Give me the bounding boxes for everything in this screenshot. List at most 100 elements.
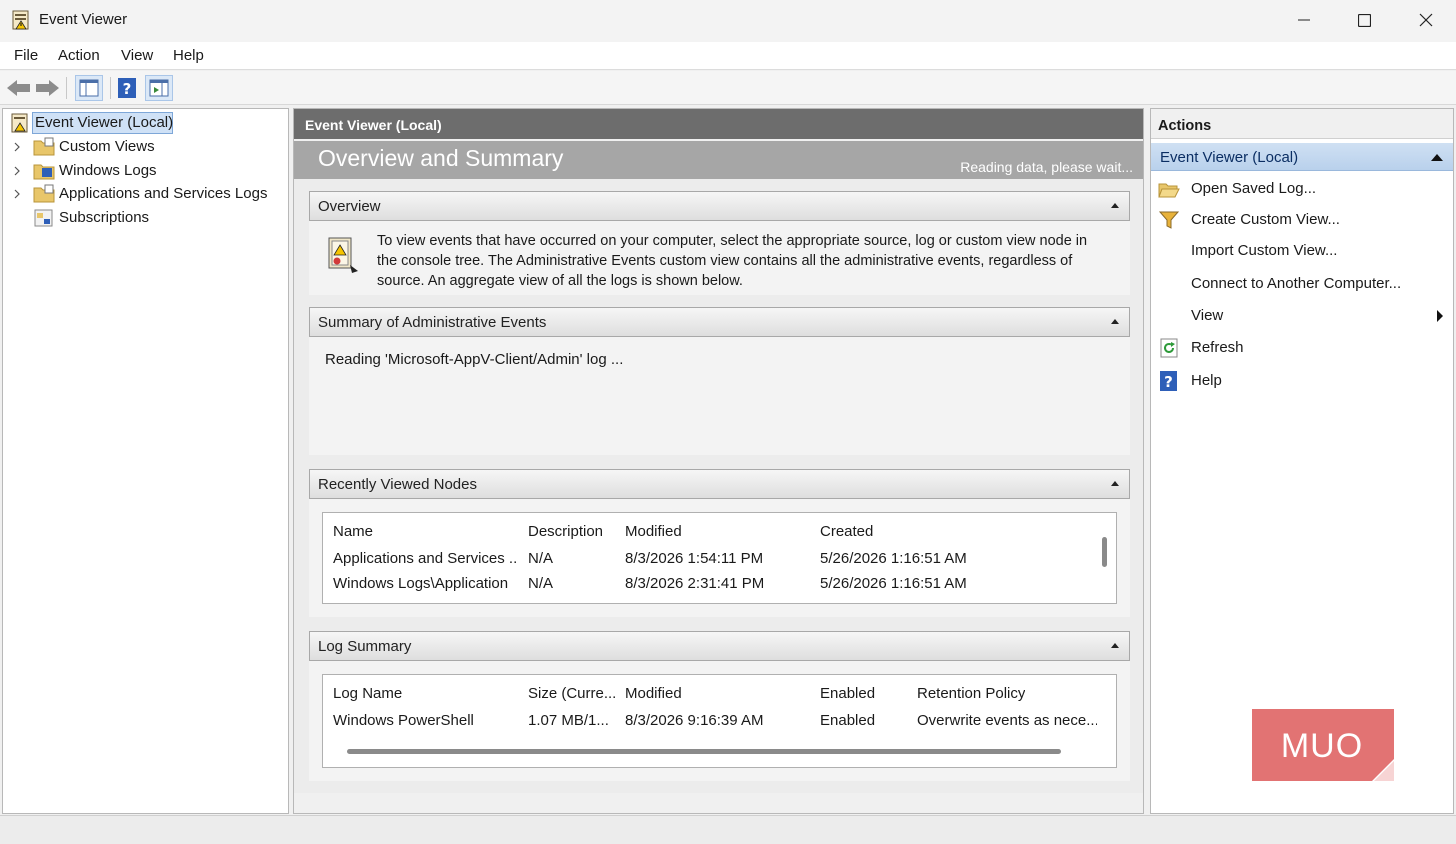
action-refresh[interactable]: Refresh xyxy=(1151,333,1453,363)
cell-modified: 8/3/2026 9:16:39 AM xyxy=(625,712,764,729)
log-summary-section-body: Log Name Size (Curre... Modified Enabled… xyxy=(309,661,1130,781)
log-summary-section-header[interactable]: Log Summary xyxy=(309,631,1130,661)
action-import-custom-view[interactable]: Import Custom View... xyxy=(1151,236,1453,266)
menu-file[interactable]: File xyxy=(14,47,38,64)
maximize-icon xyxy=(1357,13,1371,27)
event-viewer-app-icon xyxy=(12,10,29,30)
column-header-retention-policy[interactable]: Retention Policy xyxy=(917,685,1025,702)
maximize-button[interactable] xyxy=(1334,0,1394,40)
cell-enabled: Enabled xyxy=(820,712,876,729)
horizontal-scrollbar[interactable] xyxy=(347,749,1061,754)
collapse-arrow-icon[interactable] xyxy=(1111,643,1119,648)
column-header-name[interactable]: Name xyxy=(333,523,373,540)
svg-text:?: ? xyxy=(123,80,132,98)
back-button[interactable] xyxy=(5,75,33,101)
cell-created: 5/26/2026 1:16:51 AM xyxy=(820,575,967,592)
toolbar-separator xyxy=(110,77,111,99)
refresh-icon xyxy=(1160,338,1178,358)
minimize-button[interactable] xyxy=(1274,0,1334,40)
center-body: Overview To view events that have occurr… xyxy=(294,179,1143,795)
menu-view[interactable]: View xyxy=(121,47,153,64)
overview-section-header[interactable]: Overview xyxy=(309,191,1130,221)
table-row[interactable]: Windows PowerShell 1.07 MB/1... 8/3/2026… xyxy=(323,709,1097,733)
column-header-modified[interactable]: Modified xyxy=(625,523,682,540)
folder-log-icon xyxy=(33,164,55,180)
show-hide-action-pane-button[interactable] xyxy=(145,75,173,101)
tree-item-windows-logs[interactable]: Windows Logs xyxy=(3,160,288,182)
overview-summary-title: Overview and Summary xyxy=(318,145,564,171)
column-header-enabled[interactable]: Enabled xyxy=(820,685,875,702)
center-pane: Event Viewer (Local) Overview and Summar… xyxy=(293,108,1144,814)
column-header-modified[interactable]: Modified xyxy=(625,685,682,702)
collapse-arrow-icon[interactable] xyxy=(1111,203,1119,208)
action-label: Refresh xyxy=(1191,339,1244,356)
section-title: Summary of Administrative Events xyxy=(318,314,547,331)
column-header-log-name[interactable]: Log Name xyxy=(333,685,402,702)
recent-nodes-grid: Name Description Modified Created Applic… xyxy=(322,512,1117,604)
loading-status-text: Reading data, please wait... xyxy=(960,159,1133,175)
action-label: Help xyxy=(1191,372,1222,389)
menu-help[interactable]: Help xyxy=(173,47,204,64)
chevron-right-icon[interactable] xyxy=(12,141,22,153)
forward-button[interactable] xyxy=(33,75,61,101)
action-create-custom-view[interactable]: Create Custom View... xyxy=(1151,205,1453,235)
window-title: Event Viewer xyxy=(39,11,128,28)
column-header-created[interactable]: Created xyxy=(820,523,873,540)
log-summary-grid: Log Name Size (Curre... Modified Enabled… xyxy=(322,674,1117,768)
center-bottom-strip xyxy=(294,793,1143,813)
open-folder-icon xyxy=(1158,183,1180,198)
tree-item-applications-and-services-logs[interactable]: Applications and Services Logs xyxy=(3,183,288,205)
help-icon: ? xyxy=(1160,371,1177,391)
cell-name: Applications and Services ... xyxy=(333,550,518,567)
console-tree-icon xyxy=(79,79,99,97)
collapse-arrow-icon[interactable] xyxy=(1111,481,1119,486)
summary-section-header[interactable]: Summary of Administrative Events xyxy=(309,307,1130,337)
section-title: Overview xyxy=(318,198,381,215)
action-open-saved-log[interactable]: Open Saved Log... xyxy=(1151,174,1453,204)
table-row[interactable]: Windows Logs\Application N/A 8/3/2026 2:… xyxy=(323,572,1093,596)
minimize-icon xyxy=(1298,19,1310,21)
tree-item-subscriptions[interactable]: Subscriptions xyxy=(3,207,288,229)
menu-bar: File Action View Help xyxy=(0,42,1456,70)
overview-section-body: To view events that have occurred on you… xyxy=(309,221,1130,295)
status-bar xyxy=(0,815,1456,844)
action-help[interactable]: ? Help xyxy=(1151,366,1453,396)
console-tree: Event Viewer (Local) Custom Views Window… xyxy=(2,108,289,814)
cell-description: N/A xyxy=(528,575,554,592)
chevron-right-icon[interactable] xyxy=(12,188,22,200)
menu-action[interactable]: Action xyxy=(58,47,100,64)
cell-description: N/A xyxy=(528,550,554,567)
column-header-description[interactable]: Description xyxy=(528,523,603,540)
actions-header: Actions xyxy=(1151,109,1453,139)
summary-section-body: Reading 'Microsoft-AppV-Client/Admin' lo… xyxy=(309,337,1130,455)
column-header-size[interactable]: Size (Curre... xyxy=(528,685,616,702)
center-pane-header: Event Viewer (Local) xyxy=(294,109,1143,139)
folder-icon xyxy=(33,184,55,203)
tree-item-label: Custom Views xyxy=(59,138,155,155)
cell-retention-policy: Overwrite events as nece... xyxy=(917,712,1097,729)
show-hide-console-tree-button[interactable] xyxy=(75,75,103,101)
action-view[interactable]: View xyxy=(1151,301,1453,331)
filter-icon xyxy=(1158,211,1180,229)
tree-item-custom-views[interactable]: Custom Views xyxy=(3,136,288,158)
cell-created: 5/26/2026 1:16:51 AM xyxy=(820,550,967,567)
actions-group-event-viewer-local[interactable]: Event Viewer (Local) xyxy=(1151,143,1453,171)
reading-log-status: Reading 'Microsoft-AppV-Client/Admin' lo… xyxy=(325,351,624,368)
chevron-right-icon[interactable] xyxy=(12,165,22,177)
section-title: Log Summary xyxy=(318,638,412,655)
collapse-arrow-icon[interactable] xyxy=(1111,319,1119,324)
help-toolbar-button[interactable]: ? xyxy=(113,75,141,101)
cell-log-name: Windows PowerShell xyxy=(333,712,474,729)
collapse-arrow-icon[interactable] xyxy=(1431,154,1443,161)
section-title: Recently Viewed Nodes xyxy=(318,476,477,493)
action-connect-to-another-computer[interactable]: Connect to Another Computer... xyxy=(1151,269,1453,299)
cell-size: 1.07 MB/1... xyxy=(528,712,609,729)
action-pane-icon xyxy=(149,79,169,97)
tree-item-event-viewer-local[interactable]: Event Viewer (Local) xyxy=(3,112,288,134)
forward-arrow-icon xyxy=(36,80,59,96)
vertical-scrollbar[interactable] xyxy=(1102,537,1107,567)
tree-item-label: Subscriptions xyxy=(59,209,150,226)
recent-nodes-section-header[interactable]: Recently Viewed Nodes xyxy=(309,469,1130,499)
table-row[interactable]: Applications and Services ... N/A 8/3/20… xyxy=(323,547,1093,571)
close-button[interactable] xyxy=(1396,0,1456,40)
